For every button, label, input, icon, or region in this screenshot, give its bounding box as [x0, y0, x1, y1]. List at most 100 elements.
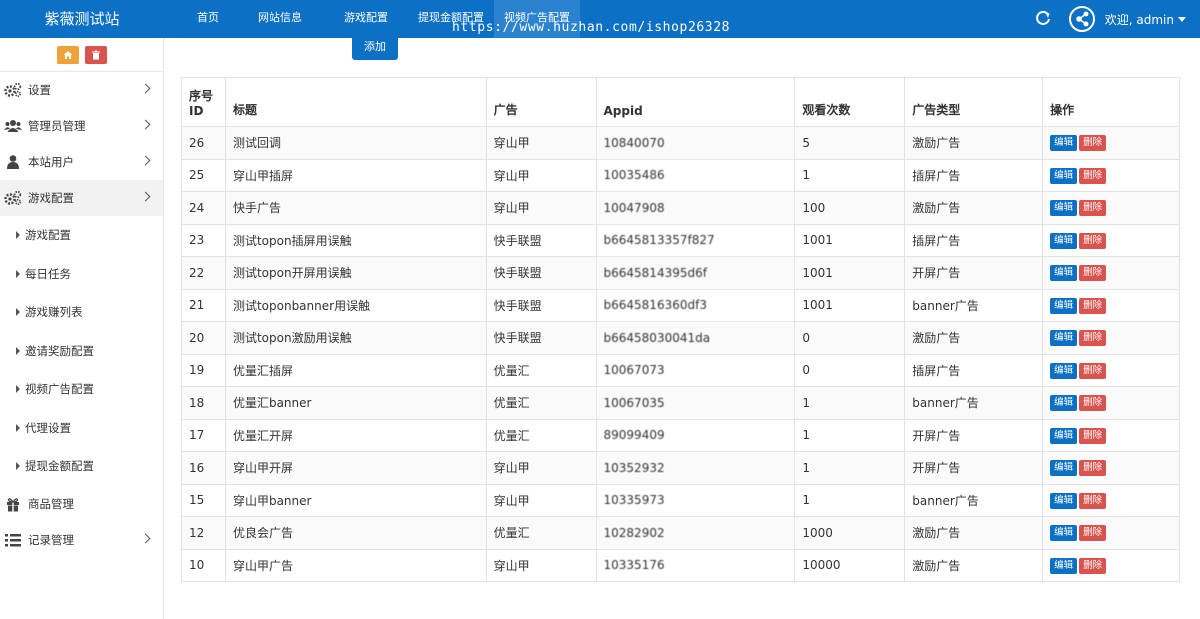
home-shortcut-button[interactable]	[56, 45, 79, 64]
column-header-appid: Appid	[595, 77, 796, 127]
cell-ad-type: 开屏广告	[904, 418, 1044, 452]
sidebar-subitem-invite-reward[interactable]: 邀请奖励配置	[0, 332, 163, 371]
edit-button[interactable]: 编辑	[1050, 135, 1078, 152]
cell-ad: 穿山甲	[485, 548, 597, 582]
cell-views: 1	[794, 483, 906, 517]
edit-button[interactable]: 编辑	[1050, 492, 1078, 509]
cell-actions: 编辑 删除	[1042, 321, 1180, 355]
edit-button[interactable]: 编辑	[1050, 232, 1078, 249]
cell-title: 穿山甲banner	[224, 483, 487, 517]
cell-ad: 穿山甲	[485, 126, 597, 160]
edit-button[interactable]: 编辑	[1050, 427, 1078, 444]
sidebar-subitem-video-ad-config[interactable]: 视频广告配置	[0, 370, 163, 409]
gift-icon	[4, 496, 22, 512]
cell-ad-type: 激励广告	[904, 126, 1044, 160]
sidebar-item-label: 商品管理	[28, 496, 74, 511]
delete-button[interactable]: 删除	[1079, 297, 1107, 314]
trash-shortcut-button[interactable]	[84, 45, 107, 64]
nav-game-config[interactable]: 游戏配置	[324, 0, 408, 38]
cell-ad: 穿山甲	[485, 451, 597, 485]
delete-button[interactable]: 删除	[1079, 362, 1107, 379]
sidebar-item-admins[interactable]: 管理员管理	[0, 108, 163, 144]
edit-button[interactable]: 编辑	[1050, 200, 1078, 217]
caret-right-icon	[16, 423, 20, 432]
edit-button[interactable]: 编辑	[1050, 460, 1078, 477]
sidebar-shortcuts	[0, 38, 163, 72]
sidebar-item-products[interactable]: 商品管理	[0, 486, 163, 522]
sidebar-item-site-users[interactable]: 本站用户	[0, 144, 163, 180]
list-icon	[4, 532, 22, 548]
sidebar-subitem-daily-tasks[interactable]: 每日任务	[0, 255, 163, 294]
edit-button[interactable]: 编辑	[1050, 557, 1078, 574]
delete-button[interactable]: 删除	[1079, 265, 1107, 282]
sidebar-subitem-label: 代理设置	[25, 420, 71, 435]
edit-button[interactable]: 编辑	[1050, 330, 1078, 347]
edit-button[interactable]: 编辑	[1050, 362, 1078, 379]
delete-button[interactable]: 删除	[1079, 232, 1107, 249]
sidebar-subitem-label: 游戏配置	[25, 228, 71, 243]
nav-site-info[interactable]: 网站信息	[236, 0, 324, 38]
edit-button[interactable]: 编辑	[1050, 297, 1078, 314]
delete-button[interactable]: 删除	[1079, 200, 1107, 217]
cell-id: 18	[181, 386, 226, 420]
sidebar-subitem-withdraw-config[interactable]: 提现金额配置	[0, 447, 163, 486]
column-header-views: 观看次数	[794, 77, 906, 127]
table-row: 18 优量汇banner 优量汇 10067035 1 banner广告 编辑 删除	[181, 386, 1180, 420]
cell-ad: 穿山甲	[485, 191, 597, 225]
delete-button[interactable]: 删除	[1079, 525, 1107, 542]
top-navbar: 紫薇测试站 首页 网站信息 游戏配置 提现金额配置 视频广告配置 https:/…	[0, 0, 1200, 38]
cell-title: 测试topon插屏用误触	[224, 223, 487, 257]
column-header-ad: 广告	[485, 77, 597, 127]
edit-button[interactable]: 编辑	[1050, 265, 1078, 282]
cell-views: 10000	[794, 548, 906, 582]
sidebar-subitem-agent-settings[interactable]: 代理设置	[0, 409, 163, 448]
caret-down-icon[interactable]	[1178, 16, 1186, 22]
delete-button[interactable]: 删除	[1079, 330, 1107, 347]
cell-id: 26	[181, 126, 226, 160]
table-row: 16 穿山甲开屏 穿山甲 10352932 1 开屏广告 编辑 删除	[181, 451, 1180, 485]
cell-actions: 编辑 删除	[1042, 126, 1180, 160]
cell-actions: 编辑 删除	[1042, 516, 1180, 550]
delete-button[interactable]: 删除	[1079, 557, 1107, 574]
user-icon	[4, 154, 22, 170]
cell-id: 20	[181, 321, 226, 355]
avatar[interactable]	[1068, 6, 1095, 32]
user-greeting[interactable]: 欢迎, admin	[1105, 11, 1174, 28]
delete-button[interactable]: 删除	[1079, 460, 1107, 477]
sidebar-item-settings[interactable]: 设置	[0, 72, 163, 108]
table-header-row: 序号 ID 标题 广告 Appid 观看次数 广告类型 操作	[181, 77, 1180, 127]
site-brand[interactable]: 紫薇测试站	[0, 0, 164, 38]
sidebar-item-game-config[interactable]: 游戏配置	[0, 180, 163, 216]
share-nodes-icon	[1075, 11, 1089, 27]
column-header-ad-type: 广告类型	[904, 77, 1044, 127]
cell-id: 24	[181, 191, 226, 225]
cell-views: 5	[794, 126, 906, 160]
delete-button[interactable]: 删除	[1079, 135, 1107, 152]
trash-icon	[91, 50, 100, 59]
table-row: 26 测试回调 穿山甲 10840070 5 激励广告 编辑 删除	[181, 126, 1180, 160]
caret-right-icon	[16, 231, 20, 240]
sidebar-item-label: 管理员管理	[28, 119, 86, 133]
gears-icon	[4, 190, 22, 206]
delete-button[interactable]: 删除	[1079, 395, 1107, 412]
delete-button[interactable]: 删除	[1079, 492, 1107, 509]
delete-button[interactable]: 删除	[1079, 427, 1107, 444]
delete-button[interactable]: 删除	[1079, 167, 1107, 184]
cell-ad: 快手联盟	[485, 288, 597, 322]
sidebar-subitem-game-earn-list[interactable]: 游戏赚列表	[0, 293, 163, 332]
cell-id: 22	[181, 256, 226, 290]
edit-button[interactable]: 编辑	[1050, 395, 1078, 412]
edit-button[interactable]: 编辑	[1050, 167, 1078, 184]
caret-right-icon	[16, 269, 20, 278]
refresh-icon[interactable]	[1035, 11, 1051, 27]
cell-appid: 89099409	[595, 418, 796, 452]
cell-id: 23	[181, 223, 226, 257]
add-button[interactable]: 添加	[352, 36, 398, 60]
nav-home[interactable]: 首页	[180, 0, 236, 38]
cell-ad-type: banner广告	[904, 483, 1044, 517]
cell-id: 15	[181, 483, 226, 517]
sidebar-item-records[interactable]: 记录管理	[0, 522, 163, 558]
cell-views: 1	[794, 451, 906, 485]
edit-button[interactable]: 编辑	[1050, 525, 1078, 542]
sidebar-subitem-game-config[interactable]: 游戏配置	[0, 216, 163, 255]
